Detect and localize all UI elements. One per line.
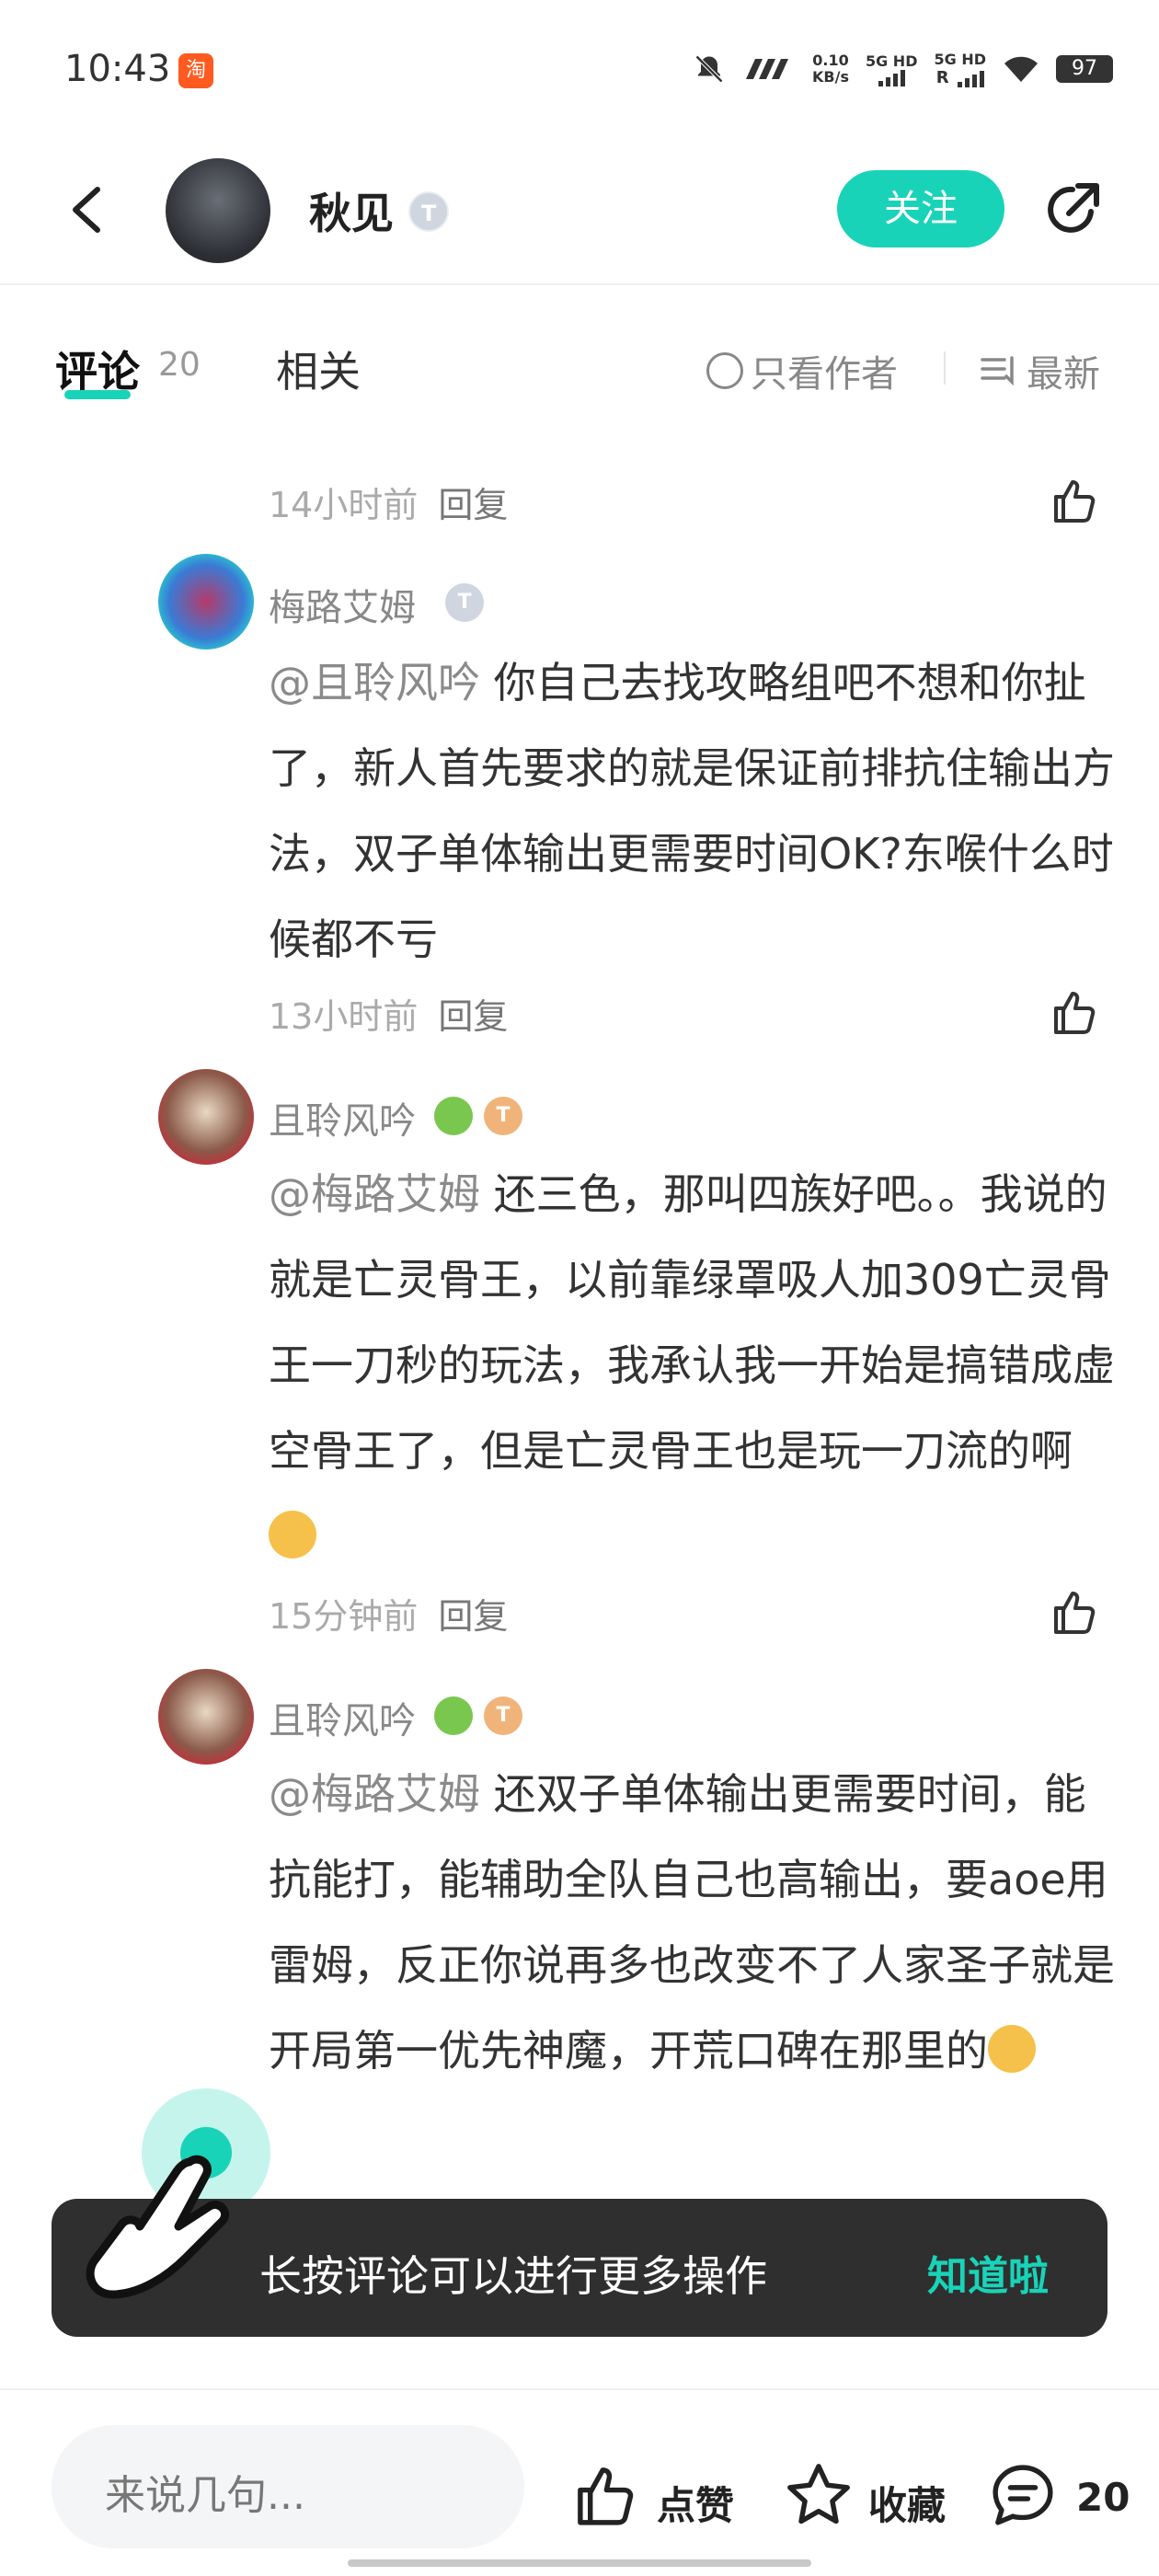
comment-body[interactable]: @梅路艾姆 还双子单体输出更需要时间，能抗能打，能辅助全队自己也高输出，要aoe… [269, 1752, 1115, 2094]
comment-time: 13小时前 [269, 996, 419, 1037]
sim1-signal: 5G HD [866, 52, 917, 86]
mention[interactable]: @且聆风吟 [269, 658, 480, 707]
pointing-hand-icon [86, 2155, 230, 2299]
commenter-avatar[interactable] [158, 554, 254, 650]
back-arrow-icon[interactable] [61, 182, 116, 237]
active-tab-indicator [64, 390, 131, 399]
vibrate-mode-icon [746, 59, 788, 79]
only-author-label: 只看作者 [751, 353, 898, 396]
share-icon[interactable] [1038, 175, 1107, 245]
favorite-label[interactable]: 收藏 [868, 2475, 946, 2531]
comment-meta: 14小时前 回复 [269, 477, 508, 527]
character-badge-icon [434, 1696, 473, 1735]
comment-meta: 15分钟前 回复 [269, 1588, 508, 1639]
comment-time: 14小时前 [269, 485, 419, 525]
comment-count[interactable]: 20 [1076, 2475, 1130, 2520]
like-label[interactable]: 点赞 [657, 2475, 734, 2531]
sunglasses-emoji-icon [988, 2025, 1036, 2073]
tab-related[interactable]: 相关 [276, 339, 361, 399]
status-time: 10:43 [64, 48, 171, 90]
commenter-avatar[interactable] [158, 1669, 254, 1765]
author-avatar[interactable] [166, 158, 270, 263]
sim2-signal: 5G HD R [934, 51, 986, 87]
taobao-app-icon: 淘 [178, 53, 213, 88]
status-bar: 10:43 淘 0.10 KB/s 5G HD 5G HD R 97 [0, 0, 1159, 138]
level-badge: T [484, 1696, 522, 1735]
radio-circle-icon [706, 352, 743, 389]
comments-count: 20 [158, 346, 201, 384]
comment-meta: 13小时前 回复 [269, 988, 508, 1039]
wifi-icon [1004, 56, 1038, 82]
commenter-name[interactable]: 且聆风吟 [269, 1691, 416, 1744]
grimace-emoji-icon [269, 1511, 316, 1558]
level-badge: T [484, 1097, 522, 1135]
reply-button[interactable]: 回复 [438, 485, 508, 525]
follow-button[interactable]: 关注 [837, 170, 1004, 247]
commenter-avatar[interactable] [158, 1069, 254, 1165]
battery-indicator: 97 [1056, 55, 1113, 83]
commenter-name[interactable]: 梅路艾姆 [269, 578, 416, 631]
comment-tabs: 评论 20 相关 只看作者 最新 [0, 287, 1159, 425]
thumbs-up-icon[interactable] [570, 2460, 640, 2530]
mention[interactable]: @梅路艾姆 [269, 1169, 480, 1219]
mute-bell-icon [694, 54, 724, 84]
sort-label: 最新 [1027, 353, 1100, 396]
thumbs-up-icon[interactable] [1049, 475, 1100, 526]
bottom-action-bar: 来说几句... 点赞 收藏 20 [0, 2388, 1159, 2576]
sort-icon [981, 356, 1014, 386]
thumbs-up-icon[interactable] [1049, 1586, 1100, 1638]
divider [944, 351, 946, 385]
comment-time: 15分钟前 [269, 1596, 419, 1637]
toast-message: 长按评论可以进行更多操作 [259, 2251, 767, 2301]
toast-dismiss-button[interactable]: 知道啦 [927, 2243, 1049, 2302]
comment-body[interactable]: @梅路艾姆 还三色，那叫四族好吧。。我说的就是亡灵骨王，以前靠绿罩吸人加309亡… [269, 1152, 1115, 1580]
commenter-name[interactable]: 且聆风吟 [269, 1091, 416, 1144]
comment-body[interactable]: @且聆风吟 你自己去找攻略组吧不想和你扯了，新人首先要求的就是保证前排抗住输出方… [269, 640, 1115, 983]
home-indicator [348, 2559, 811, 2567]
author-name[interactable]: 秋见 [309, 180, 394, 241]
star-icon[interactable] [784, 2460, 854, 2530]
comment-input-placeholder: 来说几句... [105, 2472, 305, 2519]
reply-button[interactable]: 回复 [438, 996, 508, 1037]
sort-toggle[interactable]: 最新 [981, 344, 1100, 397]
only-author-toggle[interactable]: 只看作者 [706, 344, 898, 397]
author-level-badge: T [408, 191, 449, 232]
comment-bubble-icon[interactable] [988, 2460, 1058, 2530]
net-speed: 0.10 KB/s [812, 52, 849, 86]
reply-button[interactable]: 回复 [438, 1596, 508, 1637]
thumbs-up-icon[interactable] [1049, 986, 1100, 1038]
character-badge-icon [434, 1097, 473, 1135]
status-icons: 0.10 KB/s 5G HD 5G HD R 97 [693, 46, 1113, 92]
level-badge: T [445, 583, 484, 622]
post-header: 秋见 T 关注 [0, 138, 1159, 285]
mention[interactable]: @梅路艾姆 [269, 1769, 480, 1819]
comment-input[interactable]: 来说几句... [52, 2425, 524, 2548]
